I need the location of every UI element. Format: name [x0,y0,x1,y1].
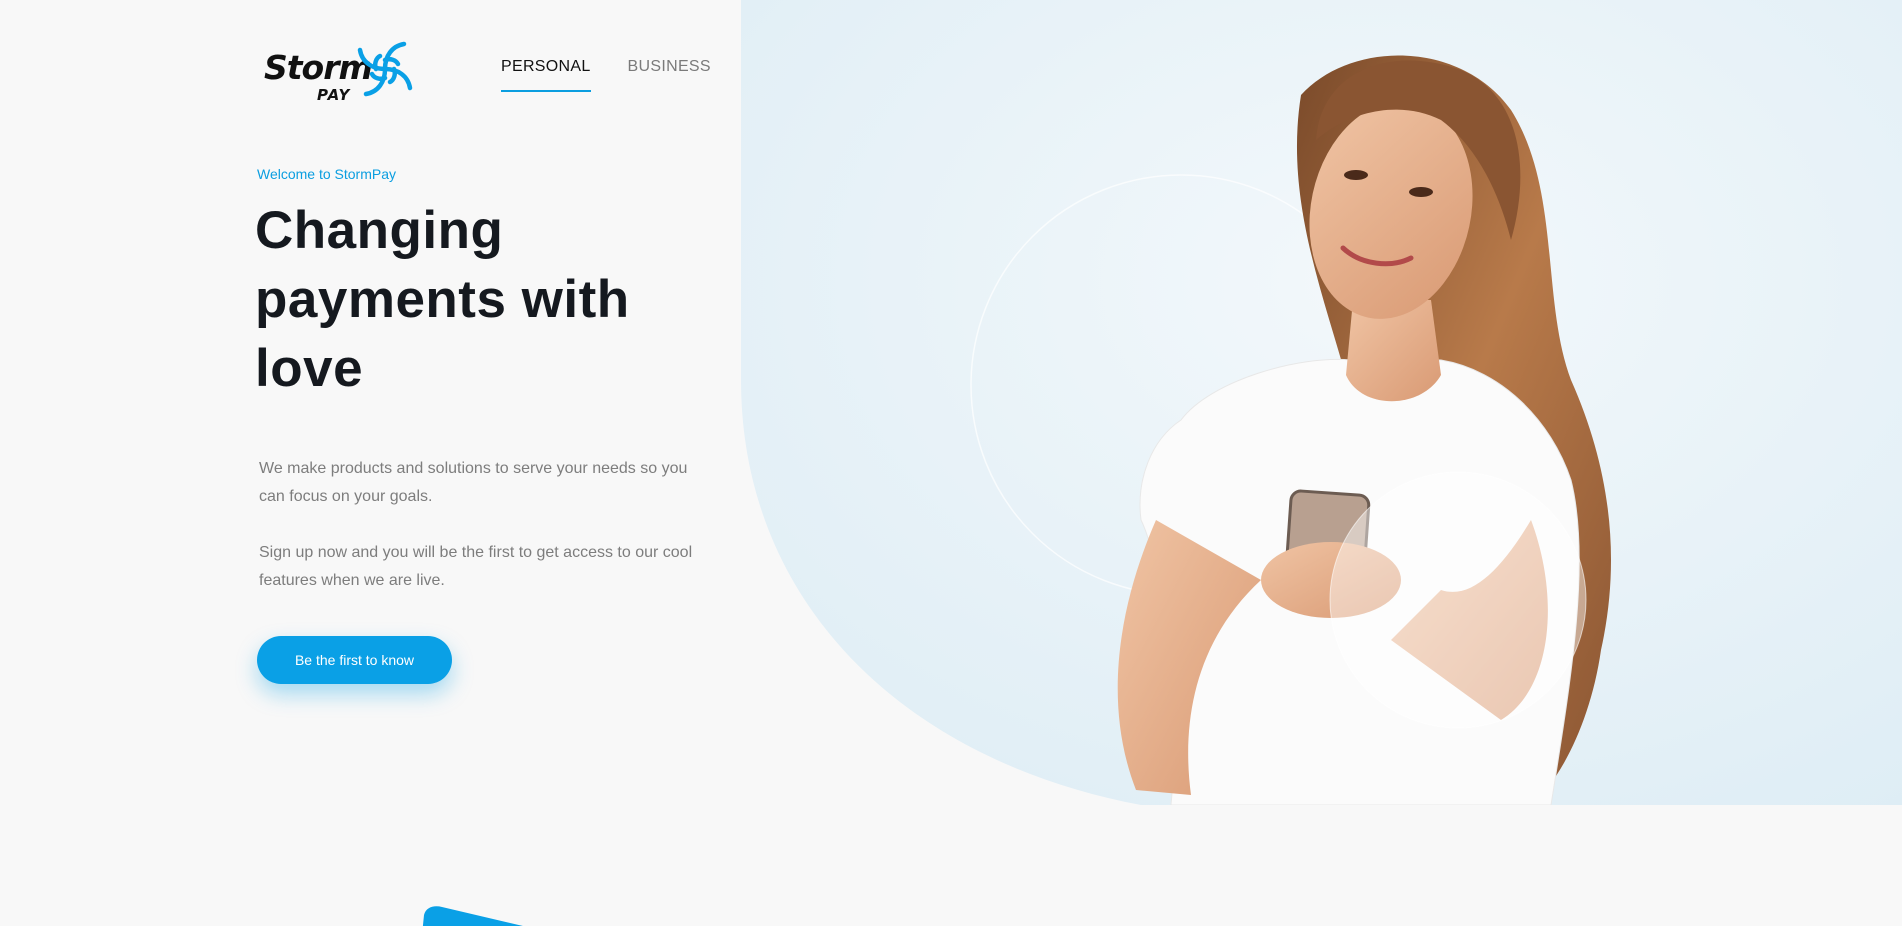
main-nav: PERSONAL BUSINESS [501,58,711,92]
headline-line-2: payments with [255,270,630,329]
headline-line-3: love [255,339,364,398]
stormpay-logo[interactable]: Storm PAY [262,36,422,106]
nav-tab-business[interactable]: BUSINESS [628,58,711,92]
hero-signup-text: Sign up now and you will be the first to… [259,544,693,589]
welcome-eyebrow: Welcome to StormPay [257,166,397,182]
landing-page: Storm PAY PERSONAL BUSINESS Welcome to S… [0,0,1902,926]
headline-line-1: Changing [255,201,504,260]
be-first-to-know-button[interactable]: Be the first to know [257,636,452,684]
hero-visual [741,0,1902,805]
hero-headline: Changing payments with love [255,196,695,403]
hero-description: We make products and solutions to serve … [259,460,688,505]
section-decoration-shape [422,906,523,926]
hero-illustration [741,0,1902,805]
logo-subtext: PAY [317,86,351,104]
storm-swirl-icon [357,41,413,97]
glass-circle [1329,471,1587,729]
nav-tab-personal[interactable]: PERSONAL [501,58,591,92]
